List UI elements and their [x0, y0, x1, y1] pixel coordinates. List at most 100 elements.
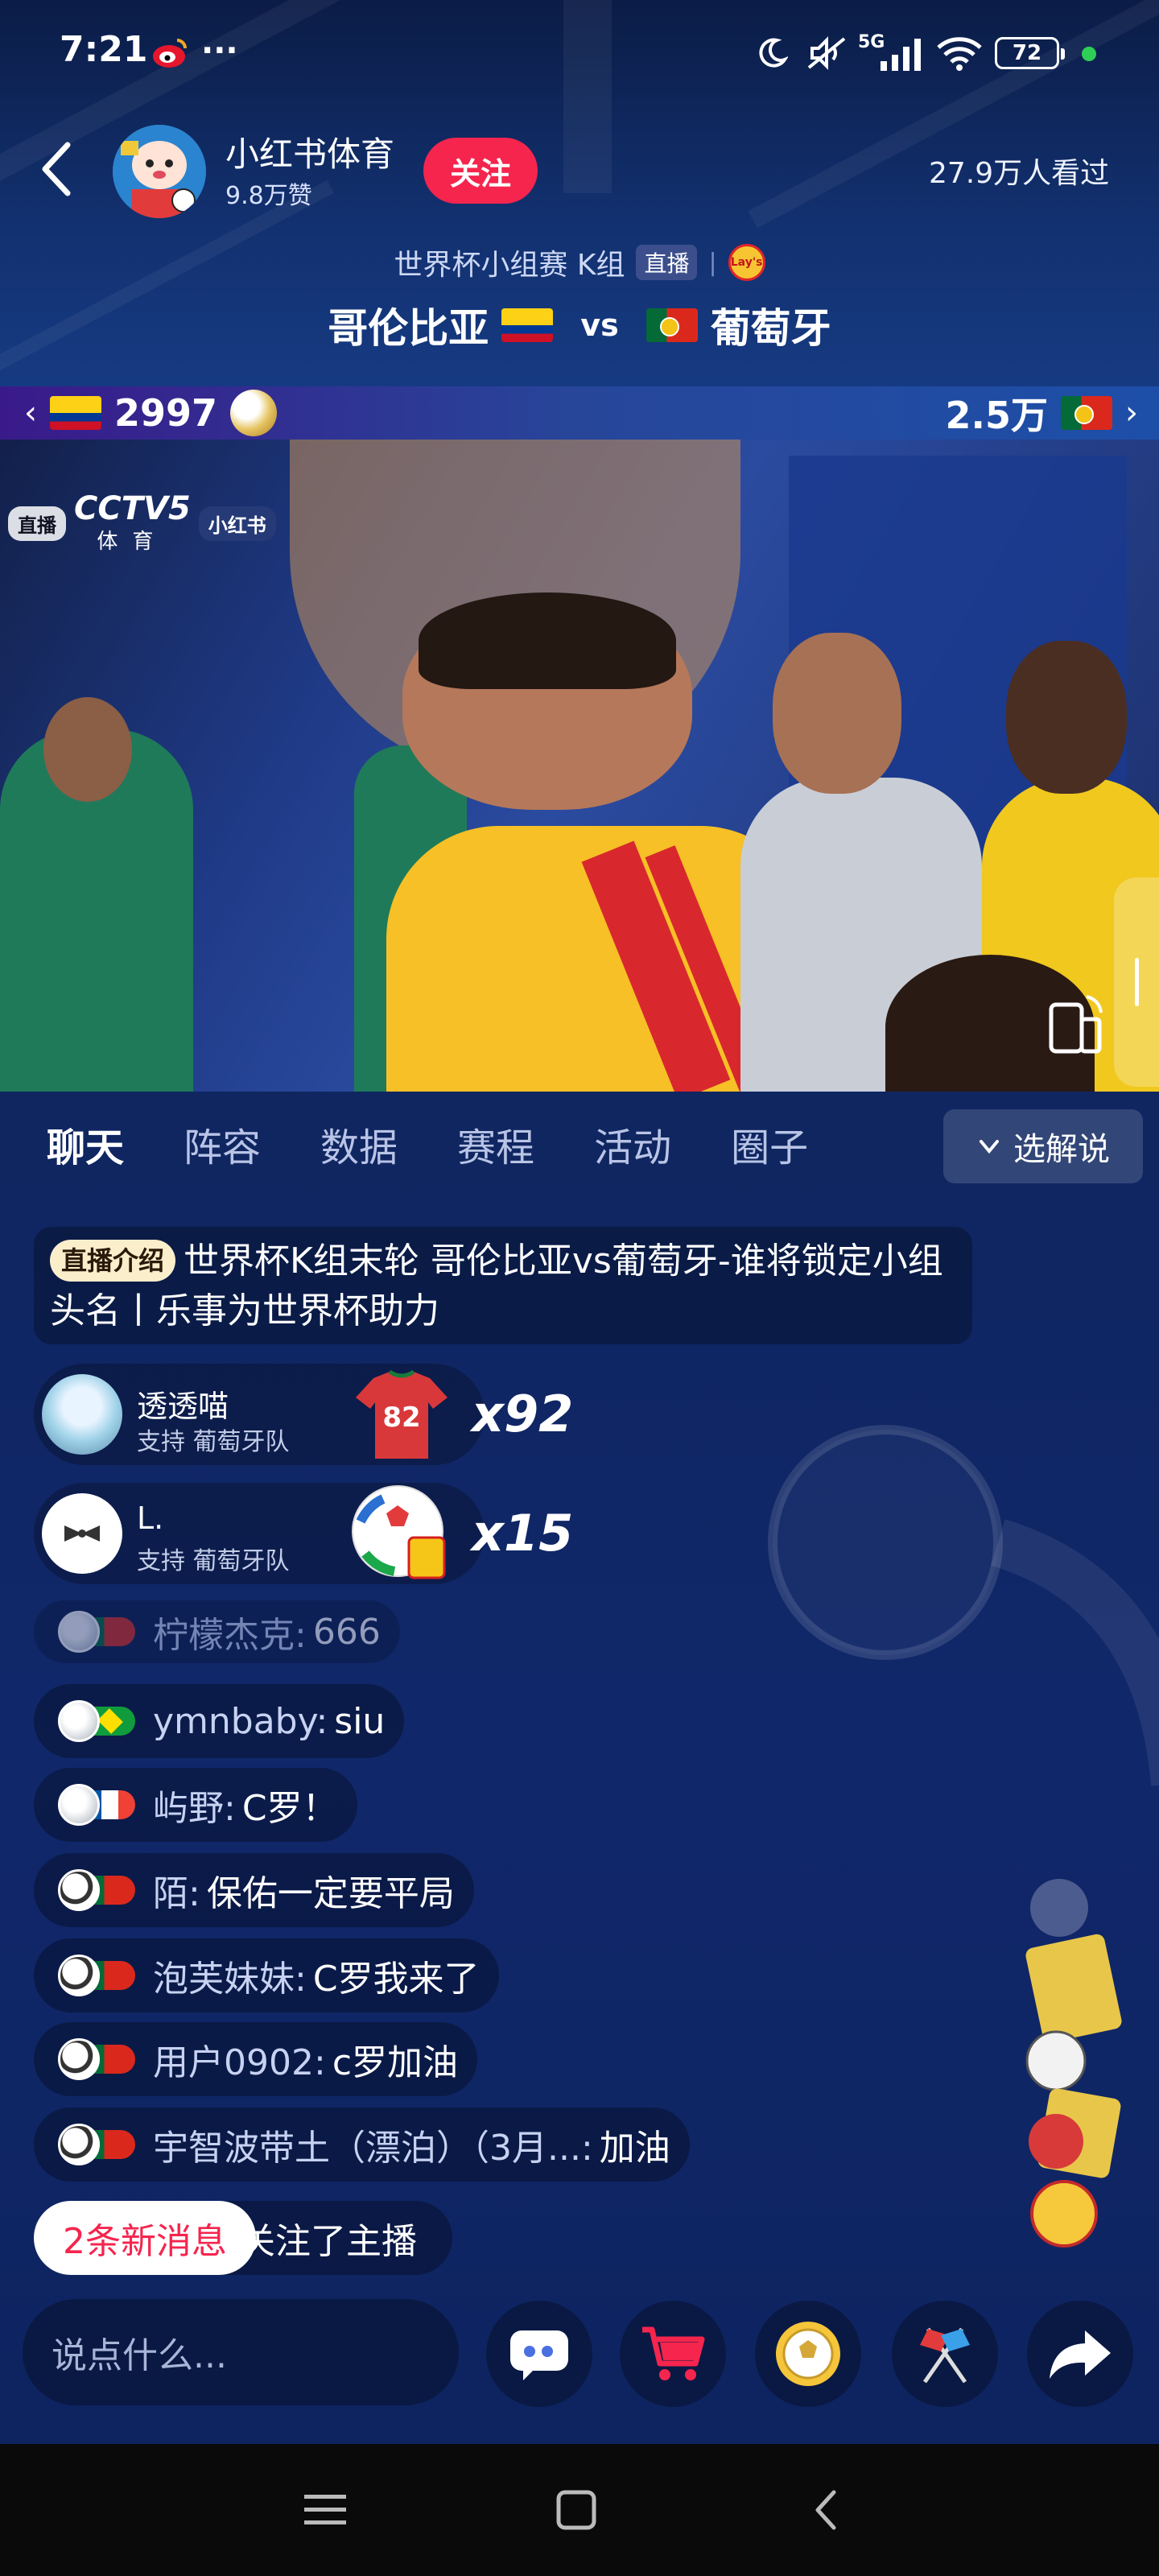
new-messages-button[interactable]: 2条新消息 — [34, 2201, 256, 2275]
chat-text: siu — [334, 1700, 386, 1742]
menu-icon — [304, 2495, 346, 2524]
chat-user-name[interactable]: 陌: — [153, 1864, 200, 1916]
status-time: 7:21 — [60, 29, 148, 70]
team-flags-button[interactable] — [892, 2301, 998, 2407]
danmaku-icon — [510, 2330, 568, 2380]
team-right-name: 葡萄牙 — [710, 305, 831, 352]
host-name[interactable]: 小红书体育 — [225, 127, 394, 176]
chat-message[interactable]: 柠檬杰克: 666 — [34, 1600, 400, 1663]
tab-stats[interactable]: 数据 — [320, 1116, 398, 1172]
follow-button[interactable]: 关注 — [423, 138, 538, 204]
fan-badge — [58, 1784, 138, 1826]
match-title: 哥伦比亚 vs 葡萄牙 — [0, 296, 1159, 354]
status-more-icon: ··· — [201, 32, 238, 69]
live-intro-text: 世界杯K组末轮 哥伦比亚vs葡萄牙-谁将锁定小组头名丨乐事为世界杯助力 — [50, 1241, 943, 1331]
chat-text: 关注了主播 — [240, 2221, 417, 2262]
ball-gift-icon — [352, 1485, 446, 1579]
chevron-left-icon[interactable]: ‹ — [24, 394, 37, 431]
menu-button[interactable] — [291, 2476, 359, 2544]
chat-user-name[interactable]: 屿野: — [153, 1779, 236, 1831]
support-left[interactable]: ‹ 2997 — [0, 386, 278, 440]
share-button[interactable] — [1027, 2301, 1133, 2407]
mute-icon — [803, 32, 852, 74]
moon-icon — [752, 32, 792, 74]
fan-badge — [58, 1955, 138, 1996]
gift-count: x15 — [472, 1504, 574, 1563]
tab-schedule[interactable]: 赛程 — [457, 1116, 534, 1172]
support-right[interactable]: 2.5万 › — [946, 386, 1159, 440]
vs-label: vs — [580, 308, 619, 343]
chat-text: 加油 — [599, 2128, 670, 2169]
user-avatar[interactable] — [42, 1493, 122, 1574]
fan-badge — [58, 1869, 138, 1911]
privacy-dot — [1082, 47, 1096, 61]
chat-user-name[interactable]: 柠檬杰克: — [153, 1606, 307, 1657]
chat-message[interactable]: 宇智波带土（漂泊）（3月...: 加油 — [34, 2107, 690, 2182]
chat-user-name[interactable]: 用户0902: — [153, 2033, 326, 2085]
chat-text: C罗！ — [241, 1788, 338, 1829]
rotate-screen-icon — [1049, 995, 1103, 1054]
chat-message[interactable]: 屿野: C罗！ — [34, 1768, 357, 1842]
gold-ball-icon — [230, 390, 278, 436]
danmaku-button[interactable] — [486, 2301, 592, 2407]
battery-indicator: 72 — [995, 37, 1065, 69]
fan-badge — [58, 1611, 138, 1653]
chat-message[interactable]: ymnbaby: siu — [34, 1684, 405, 1758]
chat-message[interactable]: 泡芙妹妹: C罗我来了 — [34, 1938, 499, 2013]
fan-badge — [58, 2038, 138, 2080]
host-avatar[interactable] — [113, 125, 206, 218]
chat-text: 保佑一定要平局 — [206, 1873, 455, 1914]
colombia-flag-icon — [501, 308, 554, 342]
viewer-count: 27.9万人看过 — [929, 157, 1110, 190]
user-avatar[interactable] — [42, 1374, 122, 1455]
gift-row[interactable]: 透透喵 支持 葡萄牙队 82 x92 — [34, 1364, 573, 1465]
fan-badge — [58, 1700, 138, 1742]
tab-events[interactable]: 活动 — [594, 1116, 671, 1172]
nav-back-icon — [815, 2490, 836, 2530]
match-subtitle: 世界杯小组赛 K组 — [394, 249, 625, 282]
live-tag: 直播 — [636, 245, 698, 280]
chat-user-name[interactable]: ymnbaby: — [153, 1701, 328, 1742]
ball-icon — [776, 2322, 840, 2386]
live-intro-tag: 直播介绍 — [50, 1240, 176, 1282]
tab-lineup[interactable]: 阵容 — [184, 1116, 261, 1172]
broadcast-badges: 直播 CCTV5 体育 小红书 — [8, 493, 276, 555]
chevron-down-icon — [980, 1140, 999, 1154]
chat-user-name[interactable]: 宇智波带土（漂泊）（3月...: — [153, 2119, 593, 2170]
gift-ball-button[interactable] — [755, 2301, 861, 2407]
weibo-icon — [150, 32, 190, 74]
chat-user-name[interactable]: 泡芙妹妹: — [153, 1950, 307, 2001]
promo-pendant[interactable] — [1011, 1876, 1132, 2262]
host-likes: 9.8万赞 — [225, 182, 312, 210]
chat-message[interactable]: 陌: 保佑一定要平局 — [34, 1853, 474, 1927]
tab-chat[interactable]: 聊天 — [47, 1116, 124, 1172]
live-intro-card[interactable]: 直播介绍 世界杯K组末轮 哥伦比亚vs葡萄牙-谁将锁定小组头名丨乐事为世界杯助力 — [34, 1227, 972, 1344]
side-drawer-handle[interactable] — [1114, 877, 1159, 1087]
gift-user-name: L. — [137, 1501, 164, 1536]
chat-text: C罗我来了 — [312, 1959, 480, 2000]
jersey-gift-icon: 82 — [356, 1369, 448, 1459]
rotate-screen-button[interactable] — [1043, 990, 1111, 1058]
shop-button[interactable] — [620, 2301, 726, 2407]
fan-badge — [58, 2124, 138, 2165]
back-button[interactable] — [32, 137, 80, 201]
portugal-flag-icon — [645, 308, 698, 342]
match-subtitle-row: 世界杯小组赛 K组 直播 | Lay's — [0, 242, 1159, 283]
share-icon — [1050, 2330, 1111, 2379]
cctv5-logo: CCTV5 体育 — [74, 490, 191, 554]
home-button[interactable] — [542, 2476, 610, 2544]
signal-5g-icon: 5G — [856, 32, 929, 74]
chat-message[interactable]: 用户0902: c罗加油 — [34, 2022, 478, 2096]
home-icon — [556, 2490, 596, 2530]
comment-input[interactable]: 说点什么... — [23, 2299, 459, 2405]
nav-back-button[interactable] — [794, 2476, 861, 2544]
portugal-support-count: 2.5万 — [945, 394, 1049, 437]
gift-user-support: 支持 葡萄牙队 — [137, 1547, 290, 1575]
wifi-icon — [934, 32, 985, 74]
tab-circle[interactable]: 圈子 — [731, 1116, 808, 1172]
gift-row[interactable]: L. 支持 葡萄牙队 x15 — [34, 1483, 573, 1584]
chevron-right-icon[interactable]: › — [1125, 394, 1138, 431]
flags-icon — [920, 2327, 970, 2384]
colombia-support-count: 2997 — [114, 391, 218, 435]
select-commentary-button[interactable]: 选解说 — [943, 1109, 1143, 1183]
